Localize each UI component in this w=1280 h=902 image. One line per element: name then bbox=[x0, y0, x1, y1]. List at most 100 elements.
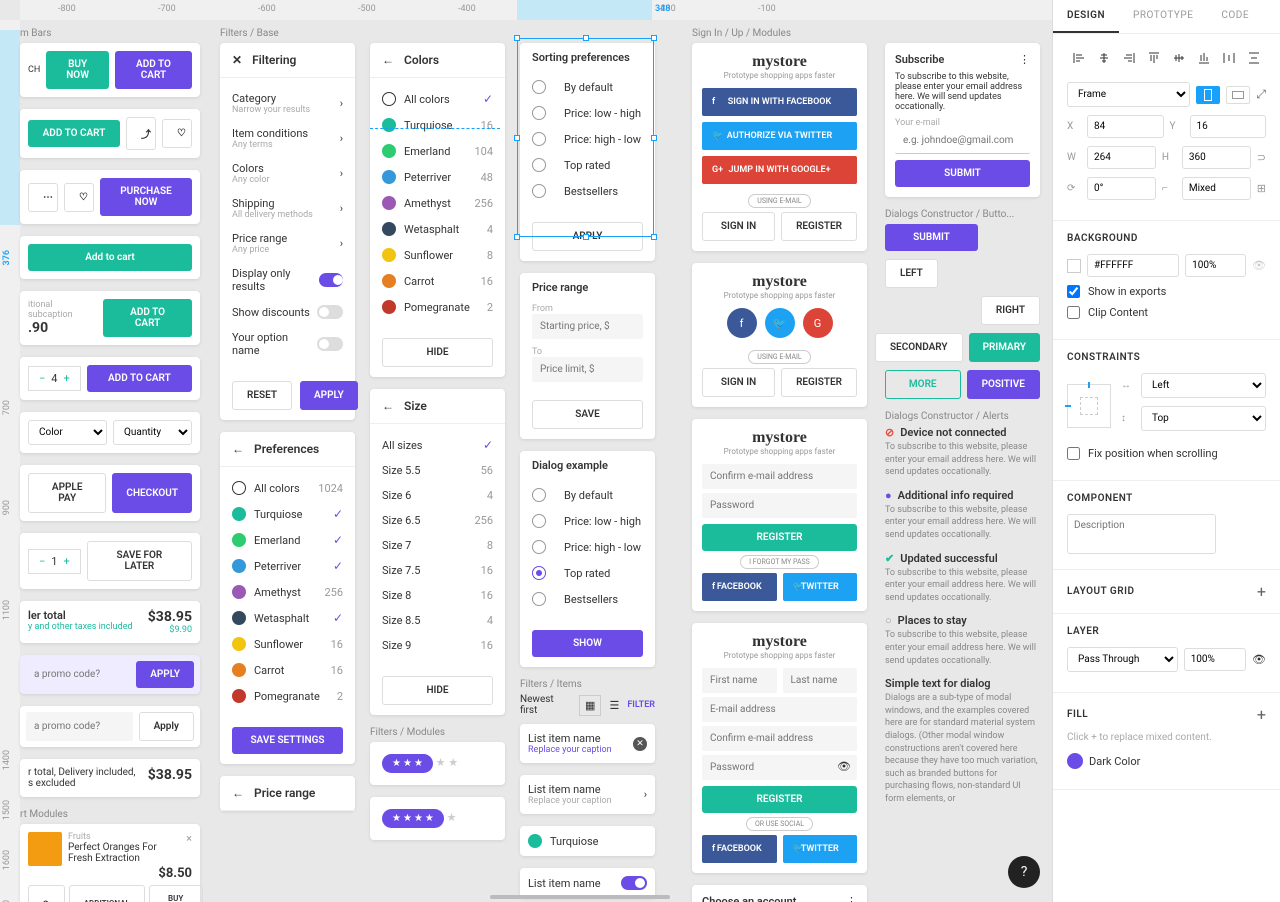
checkout-button[interactable]: CHECKOUT bbox=[112, 473, 192, 513]
facebook-button[interactable]: fFACEBOOK bbox=[702, 835, 777, 863]
register-button[interactable]: REGISTER bbox=[702, 524, 857, 551]
scrollbar[interactable] bbox=[490, 895, 670, 899]
list-item[interactable]: Wetasphalt✓ bbox=[232, 605, 343, 631]
filter-row[interactable]: Item conditionsAny terms› bbox=[232, 121, 343, 156]
close-icon[interactable]: × bbox=[186, 832, 192, 866]
align-left-icon[interactable] bbox=[1067, 46, 1090, 70]
filter-row[interactable]: ShippingAll delivery methods› bbox=[232, 191, 343, 226]
list-item[interactable]: Turquiose16 bbox=[382, 112, 493, 138]
promo-input[interactable] bbox=[26, 661, 130, 688]
eye-icon[interactable]: 👁 bbox=[837, 760, 851, 773]
register-button[interactable]: REGISTER bbox=[781, 212, 857, 241]
x-input[interactable] bbox=[1087, 115, 1164, 138]
list-item[interactable]: Sunflower8 bbox=[382, 242, 493, 268]
add-to-cart-button[interactable]: ADD TO CART bbox=[103, 299, 192, 337]
toggle[interactable] bbox=[319, 273, 343, 287]
right-button[interactable]: RIGHT bbox=[981, 296, 1040, 325]
show-exports-checkbox[interactable] bbox=[1067, 285, 1080, 298]
show-button[interactable]: SHOW bbox=[532, 630, 643, 657]
email-input[interactable] bbox=[702, 464, 857, 489]
apply-button[interactable]: APPLY bbox=[300, 381, 358, 410]
close-icon[interactable]: ✕ bbox=[633, 737, 647, 751]
back-icon[interactable]: ← bbox=[232, 786, 244, 800]
list-item[interactable]: List item name bbox=[520, 868, 655, 898]
more-button[interactable]: MORE bbox=[885, 370, 961, 399]
hide-button[interactable]: HIDE bbox=[382, 676, 493, 705]
submit-button[interactable]: SUBMIT bbox=[885, 224, 978, 251]
share-button[interactable]: ⤴ bbox=[126, 117, 156, 150]
list-item[interactable]: All colors1024 bbox=[232, 475, 343, 501]
list-item[interactable]: Amethyst256 bbox=[232, 579, 343, 605]
left-button[interactable]: LEFT bbox=[885, 259, 938, 288]
add-icon[interactable]: + bbox=[1257, 582, 1266, 601]
email-input[interactable] bbox=[895, 128, 1030, 154]
add-icon[interactable]: + bbox=[1257, 705, 1266, 724]
color-swatch[interactable] bbox=[1067, 753, 1083, 769]
filter-row[interactable]: Price rangeAny price› bbox=[232, 226, 343, 261]
corners-icon[interactable]: ⊞ bbox=[1257, 182, 1266, 195]
back-icon[interactable]: ← bbox=[382, 399, 394, 413]
sign-in-button[interactable]: SIGN IN bbox=[702, 212, 775, 241]
first-name-input[interactable] bbox=[702, 668, 777, 693]
sort-select[interactable]: Newest first bbox=[520, 694, 563, 716]
google-button[interactable]: G+JUMP IN WITH GOOGLE+ bbox=[702, 156, 857, 184]
bg-opacity-input[interactable] bbox=[1185, 254, 1246, 277]
primary-button[interactable]: PRIMARY bbox=[969, 333, 1040, 362]
radio-option[interactable]: Bestsellers bbox=[532, 586, 643, 612]
list-item[interactable]: All colors✓ bbox=[382, 86, 493, 112]
facebook-button[interactable]: fFACEBOOK bbox=[702, 573, 777, 601]
tab-code[interactable]: CODE bbox=[1207, 0, 1263, 33]
register-button[interactable]: REGISTER bbox=[702, 786, 857, 813]
list-item[interactable]: Size 7.516 bbox=[382, 558, 493, 583]
description-input[interactable] bbox=[1067, 514, 1216, 554]
constraint-v-select[interactable]: Top bbox=[1141, 406, 1266, 431]
tab-prototype[interactable]: PROTOTYPE bbox=[1119, 0, 1207, 33]
apply-button[interactable]: Apply bbox=[139, 712, 194, 741]
radio-option[interactable]: By default bbox=[532, 482, 643, 508]
apple-pay-button[interactable]: APPLE PAY bbox=[28, 473, 106, 513]
confirm-email-input[interactable] bbox=[702, 726, 857, 751]
twitter-button[interactable]: 🐦TWITTER bbox=[783, 573, 858, 601]
list-item[interactable]: Peterriver✓ bbox=[232, 553, 343, 579]
list-item[interactable]: Size 8.54 bbox=[382, 608, 493, 633]
reset-button[interactable]: RESET bbox=[232, 381, 292, 410]
list-item[interactable]: List item nameReplace your caption ✕ bbox=[520, 724, 655, 763]
radio-option[interactable]: By default bbox=[532, 74, 643, 100]
list-item[interactable]: Peterriver48 bbox=[382, 164, 493, 190]
list-item[interactable]: Wetasphalt4 bbox=[382, 216, 493, 242]
link-icon[interactable]: ⊃ bbox=[1257, 151, 1266, 164]
google-icon[interactable]: G bbox=[803, 308, 833, 338]
align-bottom-icon[interactable] bbox=[1193, 46, 1216, 70]
list-item[interactable]: Size 816 bbox=[382, 583, 493, 608]
list-item[interactable]: Emerland104 bbox=[382, 138, 493, 164]
quantity-select[interactable]: Quantity bbox=[113, 420, 192, 445]
landscape-icon[interactable] bbox=[1226, 86, 1250, 104]
list-item[interactable]: Turquiose✓ bbox=[232, 501, 343, 527]
list-item[interactable]: Carrot16 bbox=[232, 657, 343, 683]
password-input[interactable] bbox=[702, 493, 857, 518]
list-view-icon[interactable]: ☰ bbox=[609, 699, 619, 712]
radio-option[interactable]: Top rated bbox=[532, 152, 643, 178]
save-later-button[interactable]: SAVE FOR LATER bbox=[87, 541, 192, 581]
toggle[interactable] bbox=[317, 337, 343, 351]
color-select[interactable]: Color bbox=[28, 420, 107, 445]
add-to-cart-button[interactable]: ADD TO CART bbox=[28, 120, 120, 147]
promo-input[interactable] bbox=[26, 712, 133, 741]
qty-stepper[interactable]: −4+ bbox=[28, 366, 81, 391]
color-swatch[interactable] bbox=[1067, 259, 1081, 273]
radio-option[interactable]: Price: high - low bbox=[532, 126, 643, 152]
radio-option[interactable]: Price: low - high bbox=[532, 100, 643, 126]
list-item[interactable]: Size 916 bbox=[382, 633, 493, 658]
filter-row[interactable]: CategoryNarrow your results› bbox=[232, 86, 343, 121]
add-to-cart-button[interactable]: Add to cart bbox=[28, 244, 192, 271]
eye-icon[interactable]: 👁 bbox=[1252, 653, 1266, 666]
tab-design[interactable]: DESIGN bbox=[1053, 0, 1119, 33]
filter-row[interactable]: ColorsAny color› bbox=[232, 156, 343, 191]
help-button[interactable]: ? bbox=[1008, 856, 1040, 888]
list-item[interactable]: Size 78 bbox=[382, 533, 493, 558]
from-input[interactable] bbox=[532, 314, 643, 339]
twitter-button[interactable]: 🐦TWITTER bbox=[783, 835, 858, 863]
facebook-button[interactable]: fSIGN IN WITH FACEBOOK bbox=[702, 88, 857, 116]
sign-in-button[interactable]: SIGN IN bbox=[702, 368, 775, 397]
list-item[interactable]: All sizes✓ bbox=[382, 432, 493, 458]
